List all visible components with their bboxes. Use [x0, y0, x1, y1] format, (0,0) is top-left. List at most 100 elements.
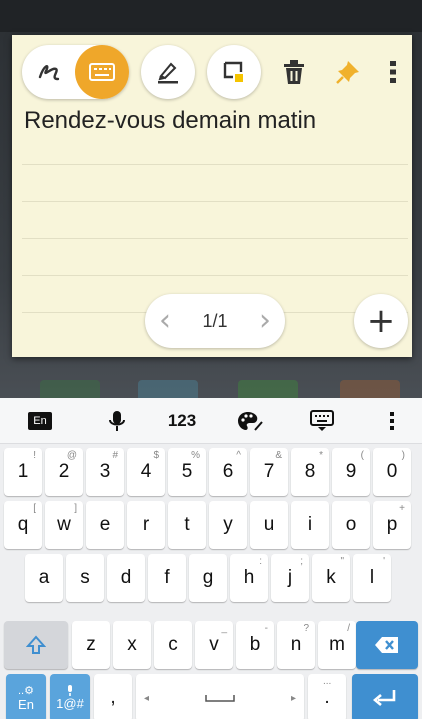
key-sub-label: *: [319, 450, 323, 461]
highlighter-button[interactable]: [141, 45, 195, 99]
key-z[interactable]: z: [72, 621, 110, 669]
key-k[interactable]: " k: [312, 554, 350, 602]
key-sub-label: ": [340, 556, 344, 567]
key-v[interactable]: _ v: [195, 621, 233, 669]
symbols-key[interactable]: 1@#: [50, 674, 90, 719]
key-sub-label: _: [221, 623, 227, 634]
key-x[interactable]: x: [113, 621, 151, 669]
key-y[interactable]: y: [209, 501, 247, 549]
language-switch[interactable]: En: [22, 398, 58, 444]
plus-icon: +: [366, 301, 396, 341]
key-sub-label: ': [383, 556, 385, 567]
key-r[interactable]: r: [127, 501, 165, 549]
backspace-key[interactable]: [356, 621, 418, 669]
key-7[interactable]: & 7: [250, 448, 288, 496]
enter-key[interactable]: [352, 674, 418, 719]
key-label: q: [17, 514, 29, 535]
symbols-key-label: 1@#: [56, 696, 84, 711]
shift-key[interactable]: [4, 621, 68, 669]
handwriting-mode-button[interactable]: [22, 45, 76, 99]
period-key[interactable]: ... .: [308, 674, 346, 719]
note-color-button[interactable]: [207, 45, 261, 99]
key-label: 3: [99, 461, 111, 482]
trash-icon: [284, 60, 304, 84]
key-p[interactable]: + p: [373, 501, 411, 549]
microphone-icon: [68, 685, 72, 696]
hide-keyboard-button[interactable]: [305, 398, 339, 444]
key-j[interactable]: ; j: [271, 554, 309, 602]
key-label: w: [57, 514, 71, 535]
settings-dots-label: ..⚙: [18, 685, 34, 697]
key-b[interactable]: -b: [236, 621, 274, 669]
key-sub-label: #: [112, 450, 118, 461]
soft-keyboard: En 123 ! 1 @ 2 # 3 $ 4 % 5 ^ 6 & 7 * 8 (…: [0, 398, 422, 719]
key-a[interactable]: a: [25, 554, 63, 602]
key-label: h: [243, 567, 255, 588]
key-8[interactable]: * 8: [291, 448, 329, 496]
keyboard-mode-button[interactable]: [75, 45, 129, 99]
key-label: e: [99, 514, 111, 535]
keyboard-more-button[interactable]: [380, 398, 404, 444]
key-e[interactable]: e: [86, 501, 124, 549]
key-c[interactable]: c: [154, 621, 192, 669]
enter-icon: [372, 690, 396, 706]
delete-button[interactable]: [274, 45, 314, 99]
key-label: 5: [181, 461, 193, 482]
key-0[interactable]: ) 0: [373, 448, 411, 496]
key-label: 7: [263, 461, 275, 482]
chevron-left-icon[interactable]: ‹: [159, 306, 171, 336]
key-1[interactable]: ! 1: [4, 448, 42, 496]
key-2[interactable]: @2: [45, 448, 83, 496]
quick-memo-note[interactable]: Rendez-vous demain matin ‹ 1/1 › +: [12, 35, 412, 357]
key-l[interactable]: ' l: [353, 554, 391, 602]
key-o[interactable]: o: [332, 501, 370, 549]
key-sub-label: ]: [74, 503, 77, 514]
key-sub-label: @: [66, 450, 77, 461]
key-label: z: [86, 634, 96, 655]
key-u[interactable]: u: [250, 501, 288, 549]
theme-button[interactable]: [233, 398, 267, 444]
key-q[interactable]: [q: [4, 501, 42, 549]
note-text-content[interactable]: Rendez-vous demain matin: [24, 107, 316, 135]
cursor-right-icon: ▸: [290, 692, 296, 704]
key-w[interactable]: ] w: [45, 501, 83, 549]
add-page-button[interactable]: +: [354, 294, 408, 348]
key-m[interactable]: / m: [318, 621, 356, 669]
key-f[interactable]: f: [148, 554, 186, 602]
comma-key[interactable]: ,: [94, 674, 132, 719]
key-6[interactable]: ^ 6: [209, 448, 247, 496]
pin-button[interactable]: [328, 45, 368, 99]
key-5[interactable]: % 5: [168, 448, 206, 496]
cursor-left-icon: ◂: [144, 692, 150, 704]
input-mode-toggle: [22, 45, 129, 99]
more-options-button[interactable]: [378, 45, 408, 99]
key-d[interactable]: d: [107, 554, 145, 602]
key-s[interactable]: s: [66, 554, 104, 602]
highlighter-icon: [158, 62, 178, 84]
key-3[interactable]: #3: [86, 448, 124, 496]
pin-icon: [336, 61, 359, 84]
chevron-right-icon[interactable]: ›: [259, 306, 271, 336]
key-9[interactable]: (9: [332, 448, 370, 496]
key-n[interactable]: ? n: [277, 621, 315, 669]
key-label: 9: [345, 461, 357, 482]
more-vertical-icon: [390, 61, 396, 83]
key-h[interactable]: :h: [230, 554, 268, 602]
key-4[interactable]: $4: [127, 448, 165, 496]
key-label: k: [326, 567, 336, 588]
key-sub-label: ?: [303, 623, 309, 634]
key-i[interactable]: i: [291, 501, 329, 549]
key-label: o: [345, 514, 357, 535]
microphone-icon: [109, 411, 125, 431]
numbers-button[interactable]: 123: [160, 398, 204, 444]
language-key[interactable]: ..⚙ En: [6, 674, 46, 719]
key-t[interactable]: t: [168, 501, 206, 549]
key-g[interactable]: g: [189, 554, 227, 602]
voice-input-button[interactable]: [100, 398, 134, 444]
space-key[interactable]: ◂ ▸: [136, 674, 304, 719]
key-label: l: [369, 567, 375, 588]
key-label: b: [249, 634, 261, 655]
key-label: d: [120, 567, 132, 588]
key-label: m: [329, 634, 345, 655]
key-sub-label: !: [33, 450, 36, 461]
